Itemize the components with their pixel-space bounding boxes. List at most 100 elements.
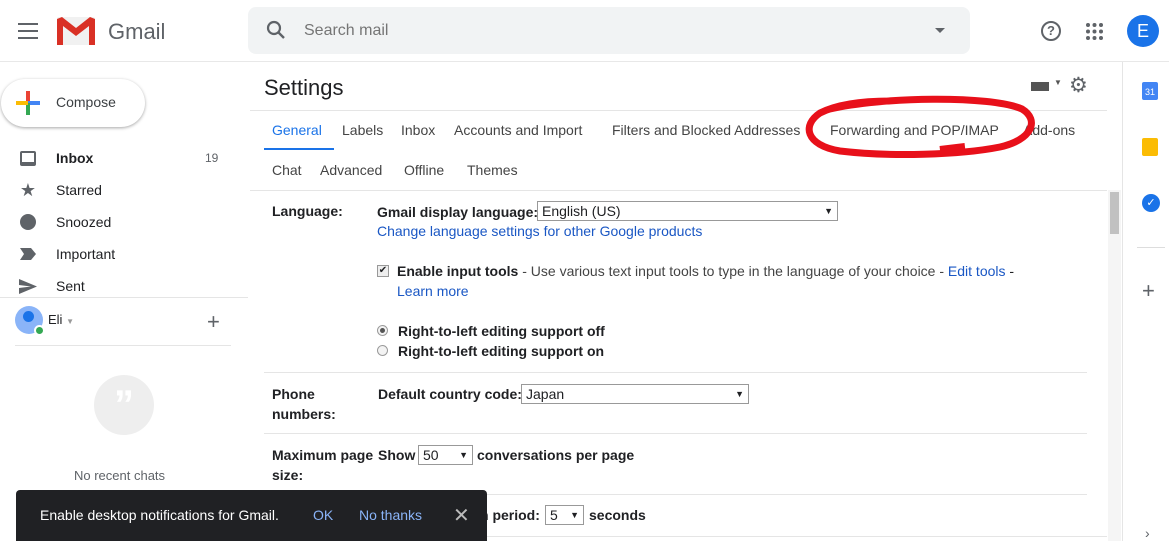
sidebar-item-label: Snoozed xyxy=(56,214,112,230)
side-panel: 31 ✓ + › xyxy=(1122,62,1169,541)
divider xyxy=(250,190,1107,191)
phone-label: Phone numbers: xyxy=(272,384,336,424)
user-avatar[interactable] xyxy=(15,306,45,336)
keep-icon[interactable] xyxy=(1142,138,1158,156)
sidebar-item-label: Starred xyxy=(56,182,102,198)
no-thanks-button[interactable]: No thanks xyxy=(359,507,422,523)
undo-period-label: n period: xyxy=(480,507,540,523)
scrollbar-thumb[interactable] xyxy=(1110,192,1119,234)
tab-offline[interactable]: Offline xyxy=(404,162,444,178)
caret-down-icon: ▼ xyxy=(66,317,74,326)
rtl-off-label: Right-to-left editing support off xyxy=(398,323,605,339)
main-menu-icon[interactable] xyxy=(18,23,38,39)
inbox-count: 19 xyxy=(205,151,219,165)
label-important-icon xyxy=(0,248,56,260)
send-icon xyxy=(0,278,56,294)
divider xyxy=(1137,247,1165,248)
red-circle-annotation xyxy=(805,95,1035,158)
search-options-dropdown-icon[interactable] xyxy=(935,28,945,33)
country-code-select[interactable]: Japan ▼ xyxy=(521,384,749,404)
tab-labels[interactable]: Labels xyxy=(342,122,383,138)
scrollbar[interactable] xyxy=(1108,190,1121,541)
snackbar-message: Enable desktop notifications for Gmail. xyxy=(40,507,279,523)
tab-chat[interactable]: Chat xyxy=(272,162,302,178)
input-tools-label: Enable input tools xyxy=(397,263,519,279)
expand-panel-chevron-icon[interactable]: › xyxy=(1145,525,1150,541)
tab-themes[interactable]: Themes xyxy=(467,162,518,178)
apps-grid-icon[interactable] xyxy=(1086,23,1103,40)
page-size-select[interactable]: 50 ▼ xyxy=(418,445,473,465)
new-chat-plus-icon[interactable]: + xyxy=(207,309,220,335)
page-title: Settings xyxy=(264,75,344,100)
star-icon: ★ xyxy=(19,179,37,200)
compose-label: Compose xyxy=(56,94,116,110)
compose-button[interactable]: Compose xyxy=(1,79,145,127)
caret-down-icon: ▼ xyxy=(570,510,579,520)
select-value: 5 xyxy=(550,507,558,523)
select-value: Japan xyxy=(526,386,565,402)
sidebar-item-snoozed[interactable]: Snoozed xyxy=(0,206,248,238)
search-icon[interactable] xyxy=(266,20,286,40)
tab-general[interactable]: General xyxy=(272,122,322,138)
input-tools-icon[interactable] xyxy=(1031,82,1049,91)
divider xyxy=(0,297,248,298)
divider xyxy=(264,372,1087,373)
label-line: numbers: xyxy=(272,406,336,422)
notification-snackbar: Enable desktop notifications for Gmail. … xyxy=(16,490,487,541)
label-line: size: xyxy=(272,467,304,483)
page-size-suffix: conversations per page xyxy=(477,447,635,463)
search-input[interactable] xyxy=(304,19,904,43)
label-line: Maximum page xyxy=(272,447,374,463)
tab-accounts-and-import[interactable]: Accounts and Import xyxy=(454,122,582,138)
top-bar: Gmail ? E xyxy=(0,0,1169,62)
help-icon[interactable]: ? xyxy=(1041,21,1061,41)
undo-period-select[interactable]: 5 ▼ xyxy=(545,505,584,525)
tab-filters[interactable]: Filters and Blocked Addresses xyxy=(612,122,805,138)
plus-icon xyxy=(16,91,40,115)
app-name: Gmail xyxy=(108,19,166,44)
add-addon-plus-icon[interactable]: + xyxy=(1142,278,1155,304)
close-icon[interactable]: ✕ xyxy=(453,503,470,528)
display-language-label: Gmail display language: xyxy=(377,204,539,220)
seconds-label: seconds xyxy=(589,507,646,523)
select-value: 50 xyxy=(423,447,439,463)
tab-advanced[interactable]: Advanced xyxy=(320,162,382,178)
ok-button[interactable]: OK xyxy=(313,507,333,523)
active-tab-indicator xyxy=(264,148,334,150)
sidebar-item-label: Inbox xyxy=(56,150,94,166)
rtl-on-radio[interactable] xyxy=(377,345,388,356)
tab-inbox[interactable]: Inbox xyxy=(401,122,435,138)
inbox-icon xyxy=(0,150,56,166)
page-size-label: Maximum page size: xyxy=(272,445,373,485)
account-avatar[interactable]: E xyxy=(1127,15,1159,47)
sidebar-item-starred[interactable]: ★ Starred xyxy=(0,174,248,206)
input-tools-row: Enable input tools - Use various text in… xyxy=(397,263,1014,279)
rtl-on-label: Right-to-left editing support on xyxy=(398,343,605,359)
language-label: Language: xyxy=(272,203,343,219)
country-code-label: Default country code: xyxy=(378,386,522,402)
caret-down-icon: ▼ xyxy=(459,450,468,460)
edit-tools-link[interactable]: Edit tools xyxy=(948,263,1006,279)
caret-down-icon[interactable]: ▼ xyxy=(1054,78,1062,87)
sidebar-item-important[interactable]: Important xyxy=(0,238,248,270)
separator: - xyxy=(1009,263,1015,279)
sidebar-item-label: Important xyxy=(56,246,116,262)
calendar-icon[interactable]: 31 xyxy=(1142,82,1158,100)
input-tools-checkbox[interactable]: ✔ xyxy=(377,265,389,277)
tasks-icon[interactable]: ✓ xyxy=(1142,194,1160,212)
select-value: English (US) xyxy=(542,203,621,219)
label-line: Phone xyxy=(272,386,315,402)
gear-icon[interactable]: ⚙ xyxy=(1069,73,1088,98)
sidebar-item-label: Sent xyxy=(56,278,85,294)
divider xyxy=(15,345,231,346)
hangouts-user[interactable]: Eli ▼ xyxy=(48,312,74,327)
gmail-logo-icon[interactable] xyxy=(57,17,95,45)
user-name: Eli xyxy=(48,312,63,327)
learn-more-link[interactable]: Learn more xyxy=(397,283,469,299)
rtl-off-radio[interactable] xyxy=(377,325,388,336)
input-tools-description: - Use various text input tools to type i… xyxy=(518,263,948,279)
sidebar-item-inbox[interactable]: Inbox 19 xyxy=(0,142,248,174)
search-bar[interactable] xyxy=(248,7,970,54)
display-language-select[interactable]: English (US) ▼ xyxy=(537,201,838,221)
change-language-link[interactable]: Change language settings for other Googl… xyxy=(377,223,702,239)
